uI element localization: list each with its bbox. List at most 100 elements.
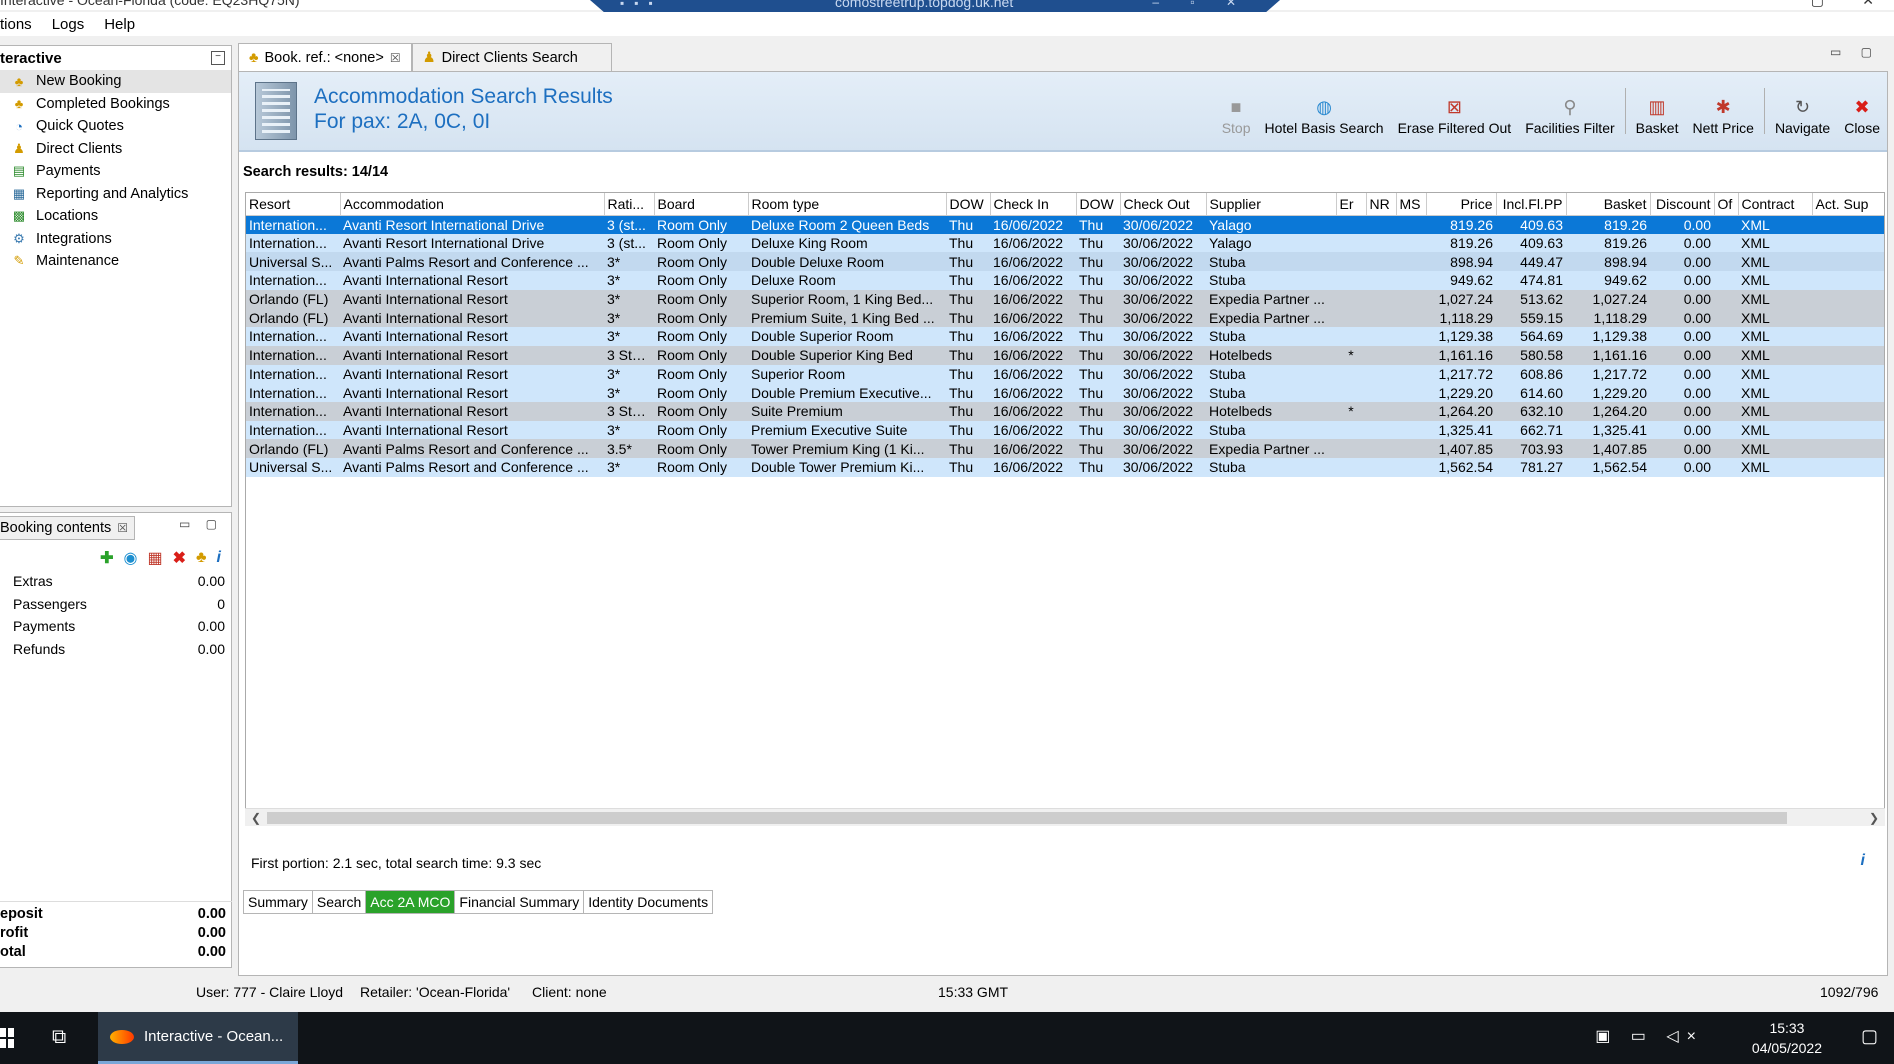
- bottom-tab-summary[interactable]: Summary: [243, 890, 312, 914]
- column-header[interactable]: DOW: [1076, 193, 1121, 216]
- info-icon[interactable]: i: [217, 549, 221, 567]
- close-icon[interactable]: ☒: [117, 521, 128, 535]
- table-cell: Thu: [1076, 252, 1120, 272]
- status-user: User: 777 - Claire Lloyd: [196, 984, 344, 1000]
- table-cell: 30/06/2022: [1120, 439, 1206, 458]
- column-header[interactable]: Supplier: [1206, 193, 1337, 216]
- info-icon[interactable]: i: [1861, 852, 1865, 870]
- table-row[interactable]: Internation... Avanti International Resor…: [246, 401, 1884, 421]
- column-header[interactable]: Price: [1426, 193, 1497, 216]
- column-header[interactable]: Basket: [1566, 193, 1651, 216]
- menu-logs[interactable]: Logs: [42, 16, 95, 33]
- cart-icon[interactable]: ▦: [148, 548, 163, 568]
- column-header[interactable]: Check Out: [1120, 193, 1207, 216]
- refresh-icon[interactable]: ◉: [124, 548, 138, 568]
- table-cell: 819.26: [1426, 215, 1496, 234]
- column-header[interactable]: Room type: [748, 193, 947, 216]
- basket-button[interactable]: ▥ Basket: [1629, 80, 1686, 142]
- menu-help[interactable]: Help: [94, 16, 145, 33]
- table-cell: [1396, 271, 1426, 290]
- table-cell: XML: [1738, 215, 1812, 234]
- column-header[interactable]: Rati...: [604, 193, 655, 216]
- table-row[interactable]: Internation... Avanti International Resor…: [246, 271, 1884, 290]
- table-row[interactable]: Orlando (FL) Avanti International Resort 3…: [246, 289, 1884, 309]
- column-header[interactable]: Discount: [1650, 193, 1715, 216]
- table-row[interactable]: Internation... Avanti Resort Internationa…: [246, 233, 1884, 253]
- nett-price-button[interactable]: ✱ Nett Price: [1685, 80, 1760, 142]
- column-header[interactable]: Contract: [1738, 193, 1813, 216]
- table-cell: 30/06/2022: [1120, 364, 1206, 384]
- table-row[interactable]: Orlando (FL) Avanti Palms Resort and Conf…: [246, 439, 1884, 458]
- column-header[interactable]: MS: [1396, 193, 1427, 216]
- windows-start-icon[interactable]: [0, 1028, 14, 1048]
- table-row[interactable]: Internation... Avanti Resort Internationa…: [246, 215, 1884, 234]
- delete-icon[interactable]: ✖: [173, 548, 186, 568]
- collapse-icon[interactable]: −: [211, 51, 225, 65]
- table-cell: 0.00: [1650, 345, 1714, 365]
- booking-contents-tab[interactable]: Booking contents ☒: [0, 516, 136, 540]
- maximize-icon[interactable]: ▢: [1811, 0, 1824, 9]
- table-row[interactable]: Internation... Avanti International Resor…: [246, 364, 1884, 384]
- tab-direct-clients-search[interactable]: ♟ Direct Clients Search: [411, 43, 612, 71]
- palm-tree-icon[interactable]: ♣: [196, 549, 207, 567]
- column-header[interactable]: Accommodation: [340, 193, 605, 216]
- table-row[interactable]: Internation... Avanti International Resor…: [246, 420, 1884, 440]
- table-cell: 16/06/2022: [990, 457, 1076, 477]
- close-icon[interactable]: ☒: [390, 51, 401, 65]
- column-header[interactable]: Act. Sup: [1812, 193, 1884, 216]
- main-window-controls[interactable]: ▭ ▢: [1830, 45, 1880, 59]
- horizontal-scrollbar[interactable]: ❮ ❯: [245, 808, 1885, 826]
- sidebar-item-reporting-and-analytics[interactable]: ▦ Reporting and Analytics: [0, 183, 231, 206]
- table-row[interactable]: Internation... Avanti International Resor…: [246, 345, 1884, 365]
- sidebar-item-locations[interactable]: ▩ Locations: [0, 205, 231, 228]
- notifications-icon[interactable]: ▢: [1861, 1026, 1878, 1047]
- column-header[interactable]: Board: [654, 193, 749, 216]
- navigate-button[interactable]: ↻ Navigate: [1768, 80, 1837, 142]
- taskbar-clock[interactable]: 15:33 04/05/2022: [1752, 1018, 1822, 1058]
- erase-filtered-out-button[interactable]: ⊠ Erase Filtered Out: [1391, 80, 1519, 142]
- taskbar-app-interactive[interactable]: Interactive - Ocean...: [98, 1012, 298, 1064]
- task-view-icon[interactable]: ⧉: [52, 1026, 66, 1049]
- bottom-tab-identity-documents[interactable]: Identity Documents: [583, 890, 714, 914]
- column-header[interactable]: Er: [1336, 193, 1367, 216]
- table-row[interactable]: Orlando (FL) Avanti International Resort 3…: [246, 308, 1884, 328]
- column-header[interactable]: Of: [1714, 193, 1739, 216]
- table-row[interactable]: Internation... Avanti International Resor…: [246, 383, 1884, 402]
- column-header[interactable]: Check In: [990, 193, 1077, 216]
- results-toolbar: ■ Stop ◍ Hotel Basis Search ⊠ Erase Filtered …: [1215, 80, 1887, 142]
- sidebar-item-payments[interactable]: ▤ Payments: [0, 160, 231, 183]
- table-row[interactable]: Universal S... Avanti Palms Resort and Co…: [246, 457, 1884, 477]
- navigation-list: ♣ New Booking ♣ Completed Bookings ◔ Quick Qu…: [0, 70, 231, 273]
- tab-booking-ref[interactable]: ♣ Book. ref.: <none> ☒: [238, 43, 412, 71]
- column-header[interactable]: Resort: [246, 193, 341, 216]
- remote-bar-controls[interactable]: – ▫ ✕: [1152, 0, 1250, 9]
- remote-bar-icons[interactable]: ▪▪▪: [620, 0, 663, 10]
- hotel-basis-search-button[interactable]: ◍ Hotel Basis Search: [1258, 80, 1391, 142]
- table-row[interactable]: Internation... Avanti International Resor…: [246, 327, 1884, 346]
- facilities-filter-button[interactable]: ⚲ Facilities Filter: [1518, 80, 1621, 142]
- bottom-tab-acc-2a-mco[interactable]: Acc 2A MCO: [365, 890, 455, 914]
- menu-options[interactable]: tions: [0, 16, 42, 33]
- sidebar-item-quick-quotes[interactable]: ◔ Quick Quotes: [0, 115, 231, 138]
- add-icon[interactable]: ✚: [100, 548, 113, 568]
- column-header[interactable]: Incl.Fl.PP: [1496, 193, 1567, 216]
- scrollbar-thumb[interactable]: [267, 812, 1787, 824]
- system-tray-icons[interactable]: ▣ ▭ ◁×: [1595, 1026, 1704, 1046]
- sidebar-item-direct-clients[interactable]: ♟ Direct Clients: [0, 138, 231, 161]
- scroll-right-icon[interactable]: ❯: [1869, 809, 1879, 827]
- column-header[interactable]: DOW: [946, 193, 991, 216]
- panel-window-controls[interactable]: ▭ ▢: [179, 517, 223, 531]
- sidebar-item-new-booking[interactable]: ♣ New Booking: [0, 70, 231, 93]
- close-button[interactable]: ✖ Close: [1837, 80, 1887, 142]
- column-header[interactable]: NR: [1366, 193, 1397, 216]
- table-cell: Stuba: [1206, 364, 1336, 384]
- scroll-left-icon[interactable]: ❮: [251, 809, 261, 827]
- bottom-tab-financial-summary[interactable]: Financial Summary: [454, 890, 584, 914]
- table-row[interactable]: Universal S... Avanti Palms Resort and Co…: [246, 252, 1884, 272]
- bottom-tab-search[interactable]: Search: [311, 890, 366, 914]
- sidebar-item-integrations[interactable]: ⚙ Integrations: [0, 228, 231, 251]
- sidebar-item-completed-bookings[interactable]: ♣ Completed Bookings: [0, 93, 231, 116]
- close-window-icon[interactable]: ✕: [1862, 0, 1874, 9]
- table-cell: [1812, 364, 1884, 384]
- sidebar-item-maintenance[interactable]: ✎ Maintenance: [0, 250, 231, 273]
